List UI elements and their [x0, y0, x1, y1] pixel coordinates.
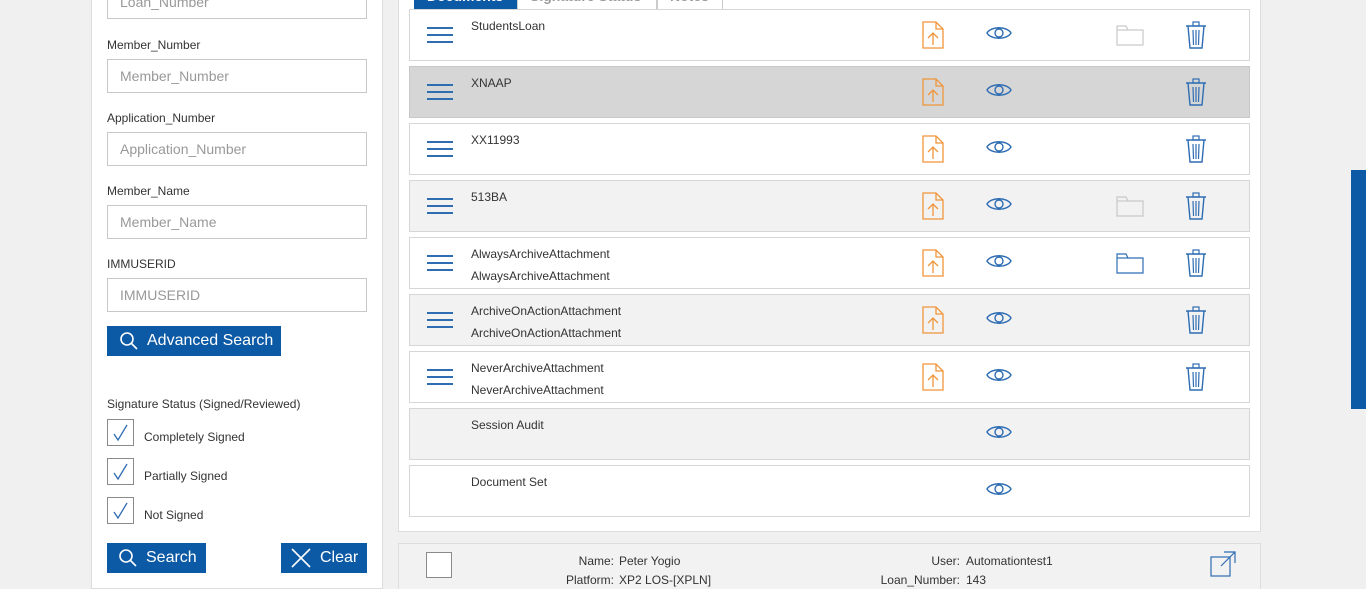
archive-folder-icon[interactable] — [1116, 195, 1144, 222]
side-drawer-tab[interactable] — [1351, 170, 1366, 409]
drag-handle-icon[interactable] — [427, 27, 453, 45]
document-name: AlwaysArchiveAttachment — [471, 247, 610, 261]
check-icon — [112, 502, 128, 519]
platform-value: XP2 LOS-[XPLN] — [619, 573, 712, 587]
check-icon — [112, 463, 128, 480]
user-value: Automationtest1 — [966, 554, 1053, 568]
trash-icon[interactable] — [1185, 78, 1207, 111]
clear-button[interactable]: Clear — [281, 543, 367, 573]
document-name: 513BA — [471, 190, 508, 204]
document-name: Document Set — [471, 475, 548, 489]
document-subtitle: AlwaysArchiveAttachment — [471, 269, 610, 283]
select-loan-checkbox[interactable] — [426, 552, 452, 578]
tab-documents[interactable]: Documents — [414, 0, 517, 9]
document-tabs: Documents Signature Status Notes — [414, 0, 723, 9]
trash-icon[interactable] — [1185, 192, 1207, 225]
partially-signed-label: Partially Signed — [144, 469, 228, 483]
upload-icon[interactable] — [922, 78, 944, 111]
document-row[interactable]: Document Set — [409, 465, 1250, 517]
document-row[interactable]: XNAAP — [409, 66, 1250, 118]
close-icon — [291, 548, 311, 568]
drag-handle-icon[interactable] — [427, 369, 453, 387]
document-subtitle: ArchiveOnActionAttachment — [471, 326, 622, 340]
trash-icon[interactable] — [1185, 306, 1207, 339]
member-number-label: Member_Number — [107, 38, 201, 52]
view-eye-icon[interactable] — [986, 138, 1012, 161]
search-label: Search — [146, 549, 197, 566]
not-signed-checkbox[interactable] — [107, 497, 134, 524]
tab-notes[interactable]: Notes — [657, 0, 723, 9]
view-eye-icon[interactable] — [986, 366, 1012, 389]
document-row[interactable]: AlwaysArchiveAttachment AlwaysArchiveAtta… — [409, 237, 1250, 289]
trash-icon[interactable] — [1185, 21, 1207, 54]
user-key: User: — [931, 554, 960, 568]
platform-key: Platform: — [565, 573, 614, 587]
view-eye-icon[interactable] — [986, 252, 1012, 275]
search-button[interactable]: Search — [107, 543, 206, 573]
check-icon — [112, 424, 128, 441]
document-name: XNAAP — [471, 76, 512, 90]
view-eye-icon[interactable] — [986, 81, 1012, 104]
trash-icon[interactable] — [1185, 135, 1207, 168]
upload-icon[interactable] — [922, 21, 944, 54]
immuserid-input[interactable] — [107, 278, 367, 312]
drag-handle-icon[interactable] — [427, 84, 453, 102]
drag-handle-icon[interactable] — [427, 141, 453, 159]
completely-signed-checkbox[interactable] — [107, 419, 134, 446]
loan-number-value: 143 — [966, 573, 987, 587]
view-eye-icon[interactable] — [986, 195, 1012, 218]
upload-icon[interactable] — [922, 192, 944, 225]
drag-handle-icon[interactable] — [427, 312, 453, 330]
document-name: ArchiveOnActionAttachment — [471, 304, 622, 318]
upload-icon[interactable] — [922, 363, 944, 396]
immuserid-label: IMMUSERID — [107, 257, 176, 271]
document-row[interactable]: 513BA — [409, 180, 1250, 232]
signature-status-label: Signature Status (Signed/Reviewed) — [107, 397, 301, 411]
name-key: Name: — [578, 554, 614, 568]
document-row[interactable]: XX11993 — [409, 123, 1250, 175]
search-panel: Member_Number Application_Number Member_… — [91, 0, 383, 589]
upload-icon[interactable] — [922, 249, 944, 282]
view-eye-icon[interactable] — [986, 423, 1012, 446]
archive-folder-icon[interactable] — [1116, 252, 1144, 279]
name-value: Peter Yogio — [619, 554, 681, 568]
document-name: StudentsLoan — [471, 19, 546, 33]
partially-signed-checkbox[interactable] — [107, 458, 134, 485]
document-row[interactable]: StudentsLoan — [409, 9, 1250, 61]
advanced-search-button[interactable]: Advanced Search — [107, 326, 281, 356]
view-eye-icon[interactable] — [986, 309, 1012, 332]
trash-icon[interactable] — [1185, 249, 1207, 282]
archive-folder-icon[interactable] — [1116, 24, 1144, 51]
search-icon — [120, 332, 138, 350]
document-row[interactable]: NeverArchiveAttachment NeverArchiveAttach… — [409, 351, 1250, 403]
upload-icon[interactable] — [922, 135, 944, 168]
member-name-label: Member_Name — [107, 184, 190, 198]
search-icon — [119, 549, 137, 567]
document-name: Session Audit — [471, 418, 544, 432]
document-name: XX11993 — [471, 133, 520, 147]
loan-number-key: Loan_Number: — [880, 573, 960, 587]
application-number-label: Application_Number — [107, 111, 216, 125]
member-name-input[interactable] — [107, 205, 367, 239]
document-row[interactable]: ArchiveOnActionAttachment ArchiveOnAction… — [409, 294, 1250, 346]
document-row[interactable]: Session Audit — [409, 408, 1250, 460]
drag-handle-icon[interactable] — [427, 198, 453, 216]
document-subtitle: NeverArchiveAttachment — [471, 383, 604, 397]
trash-icon[interactable] — [1185, 363, 1207, 396]
open-external-icon[interactable] — [1210, 551, 1236, 582]
view-eye-icon[interactable] — [986, 24, 1012, 47]
clear-label: Clear — [320, 549, 359, 566]
loan-info-panel: Name: Peter Yogio Platform: XP2 LOS-[XPL… — [398, 543, 1261, 589]
not-signed-label: Not Signed — [144, 508, 204, 522]
drag-handle-icon[interactable] — [427, 255, 453, 273]
member-number-input[interactable] — [107, 59, 367, 93]
tab-signature-status[interactable]: Signature Status — [517, 0, 657, 9]
upload-icon[interactable] — [922, 306, 944, 339]
application-number-input[interactable] — [107, 132, 367, 166]
loan-number-input[interactable] — [107, 0, 367, 19]
advanced-search-label: Advanced Search — [147, 332, 274, 349]
view-eye-icon[interactable] — [986, 480, 1012, 503]
completely-signed-label: Completely Signed — [144, 430, 245, 444]
document-name: NeverArchiveAttachment — [471, 361, 604, 375]
